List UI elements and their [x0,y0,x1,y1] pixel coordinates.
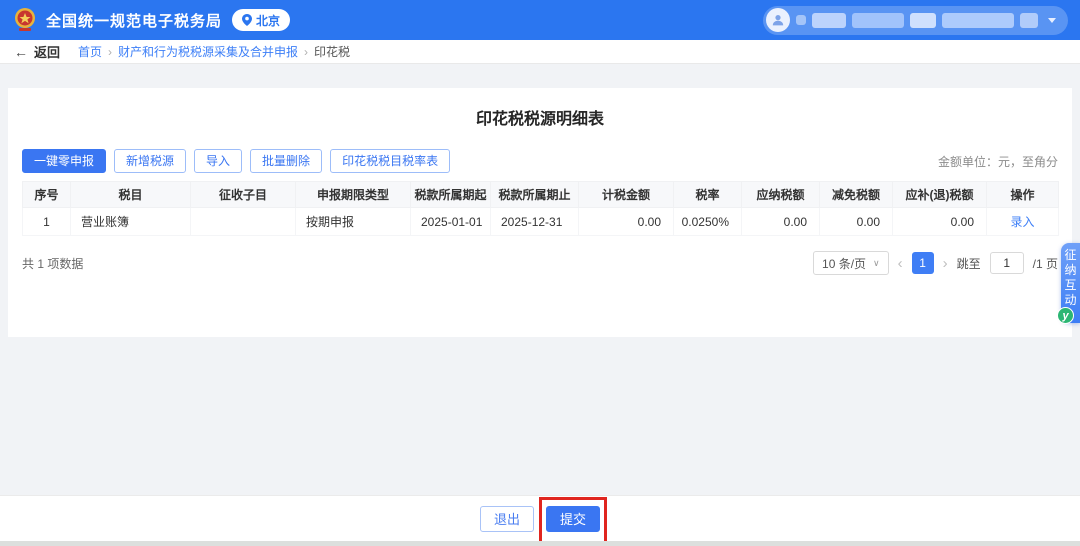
user-info-redacted [812,13,846,28]
jump-to-label: 跳至 [957,255,981,272]
user-icon [771,13,785,27]
cell-seq: 1 [23,208,71,236]
widget-char: 动 [1064,293,1076,308]
col-header-action: 操作 [987,182,1059,208]
col-header-tax-item: 税目 [71,182,191,208]
amount-unit-note: 金额单位：元，至角分 [938,153,1058,170]
table-row: 1 营业账簿 按期申报 2025-01-01 2025-12-31 0.00 0… [23,208,1059,236]
main-card: 印花税税源明细表 一键零申报 新增税源 导入 批量删除 印花税税目税率表 金额单… [8,88,1072,337]
page-jump-input[interactable] [990,252,1024,274]
toolbar: 一键零申报 新增税源 导入 批量删除 印花税税目税率表 金额单位：元，至角分 [22,149,1058,173]
exit-button[interactable]: 退出 [480,506,534,532]
cell-tax-reduction: 0.00 [820,208,893,236]
page-size-value: 10 条/页 [822,255,866,272]
user-info-redacted [796,15,806,25]
cell-tax-payable: 0.00 [742,208,820,236]
cell-sub-item [191,208,296,236]
avatar [766,8,790,32]
app-title: 全国统一规范电子税务局 [46,10,222,31]
app-header: 全国统一规范电子税务局 北京 [0,0,1080,40]
breadcrumb-item-home[interactable]: 首页 [78,43,102,60]
chevron-down-icon[interactable] [1048,18,1056,23]
import-button[interactable]: 导入 [194,149,242,173]
page-size-select[interactable]: 10 条/页 ∨ [813,251,889,275]
batch-delete-button[interactable]: 批量删除 [250,149,322,173]
one-click-zero-declaration-button[interactable]: 一键零申报 [22,149,106,173]
cell-period-type: 按期申报 [296,208,411,236]
interaction-mascot-icon: y [1057,307,1074,324]
stamp-duty-rate-table-button[interactable]: 印花税税目税率表 [330,149,450,173]
breadcrumb-separator: › [108,45,112,59]
breadcrumb-item-collection[interactable]: 财产和行为税税源采集及合并申报 [118,43,298,60]
cell-taxable-amount: 0.00 [579,208,674,236]
data-count-summary: 共 1 项数据 [22,255,83,272]
breadcrumb-item-current: 印花税 [314,43,350,60]
bottom-strip [0,541,1080,546]
table-footer: 共 1 项数据 10 条/页 ∨ ‹ 1 › 跳至 /1 页 [22,251,1058,275]
submit-button[interactable]: 提交 [546,506,600,532]
add-tax-source-button[interactable]: 新增税源 [114,149,186,173]
col-header-tax-rate: 税率 [674,182,742,208]
col-header-seq: 序号 [23,182,71,208]
user-info-redacted [852,13,904,28]
user-info-redacted [1020,13,1038,28]
cell-period-start: 2025-01-01 [411,208,491,236]
widget-char: 互 [1064,278,1076,293]
cell-tax-item: 营业账簿 [71,208,191,236]
cell-tax-rate: 0.0250% [674,208,742,236]
col-header-period-type: 申报期限类型 [296,182,411,208]
location-badge-label: 北京 [256,12,280,29]
col-header-period-end: 税款所属期止 [491,182,579,208]
breadcrumb: ← 返回 首页 › 财产和行为税税源采集及合并申报 › 印花税 [0,40,1080,64]
submit-button-wrap: 提交 [546,506,600,532]
col-header-tax-due: 应补(退)税额 [893,182,987,208]
page-title: 印花税税源明细表 [22,88,1058,129]
page-number-button[interactable]: 1 [912,252,934,274]
location-badge[interactable]: 北京 [232,9,290,31]
footer-action-bar: 退出 提交 [0,495,1080,541]
chevron-down-icon: ∨ [873,258,880,269]
cell-period-end: 2025-12-31 [491,208,579,236]
user-info-redacted [910,13,936,28]
table-header-row: 序号 税目 征收子目 申报期限类型 税款所属期起 税款所属期止 计税金额 税率 … [23,182,1059,208]
next-page-button[interactable]: › [943,256,948,271]
widget-char: 纳 [1064,263,1076,278]
back-button[interactable]: 返回 [34,42,60,61]
cell-tax-due: 0.00 [893,208,987,236]
col-header-taxable-amount: 计税金额 [579,182,674,208]
user-info-redacted [942,13,1014,28]
breadcrumb-separator: › [304,45,308,59]
col-header-sub-item: 征收子目 [191,182,296,208]
row-entry-link[interactable]: 录入 [1010,215,1034,229]
widget-char: 征 [1064,248,1076,263]
tax-interaction-widget[interactable]: 征 纳 互 动 y [1061,243,1080,323]
tax-bureau-logo-icon [12,7,38,33]
location-pin-icon [242,14,252,26]
user-account-pill[interactable] [763,6,1068,35]
col-header-tax-reduction: 减免税额 [820,182,893,208]
col-header-period-start: 税款所属期起 [411,182,491,208]
prev-page-button[interactable]: ‹ [898,256,903,271]
pagination: 10 条/页 ∨ ‹ 1 › 跳至 /1 页 [813,251,1058,275]
total-pages-label: /1 页 [1033,255,1058,272]
tax-source-table: 序号 税目 征收子目 申报期限类型 税款所属期起 税款所属期止 计税金额 税率 … [22,181,1059,236]
col-header-tax-payable: 应纳税额 [742,182,820,208]
back-arrow-icon[interactable]: ← [14,44,28,60]
